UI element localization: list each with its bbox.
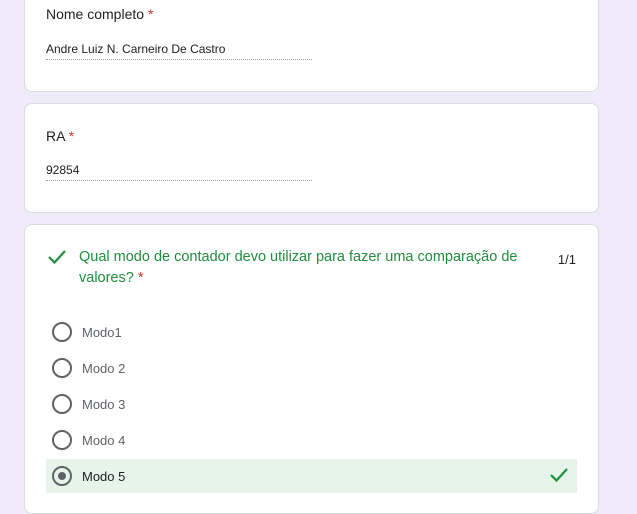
option-modo-5[interactable]: Modo 5: [46, 459, 577, 493]
radio-button[interactable]: [52, 358, 72, 378]
option-modo-2[interactable]: Modo 2: [46, 351, 577, 385]
required-mark: *: [147, 6, 154, 22]
name-answer-field[interactable]: Andre Luiz N. Carneiro De Castro: [46, 42, 312, 60]
option-modo-4[interactable]: Modo 4: [46, 423, 577, 457]
question-card-name: Nome completo * Andre Luiz N. Carneiro D…: [24, 0, 599, 92]
radio-button[interactable]: [52, 322, 72, 342]
question-title: Qual modo de contador devo utilizar para…: [79, 247, 539, 289]
check-icon: [48, 250, 66, 265]
radio-button[interactable]: [52, 430, 72, 450]
option-modo-1[interactable]: Modo1: [46, 315, 577, 349]
option-label: Modo 5: [82, 469, 126, 484]
question-text: Qual modo de contador devo utilizar para…: [79, 249, 518, 286]
check-icon: [550, 468, 568, 483]
question-label: Nome completo: [46, 6, 145, 22]
option-modo-3[interactable]: Modo 3: [46, 387, 577, 421]
required-mark: *: [137, 270, 144, 286]
required-mark: *: [68, 128, 75, 144]
ra-answer-field[interactable]: 92854: [46, 163, 312, 181]
question-title: RA *: [46, 128, 74, 144]
question-title: Nome completo *: [46, 6, 153, 22]
score-badge: 1/1: [557, 252, 576, 267]
option-label: Modo1: [82, 325, 122, 340]
question-label: RA: [46, 128, 65, 144]
question-card-multiple-choice: Qual modo de contador devo utilizar para…: [24, 224, 599, 514]
question-card-ra: RA * 92854: [24, 103, 599, 213]
option-label: Modo 2: [82, 361, 126, 376]
option-label: Modo 3: [82, 397, 126, 412]
option-label: Modo 4: [82, 433, 126, 448]
radio-button-selected[interactable]: [52, 466, 72, 486]
radio-button[interactable]: [52, 394, 72, 414]
